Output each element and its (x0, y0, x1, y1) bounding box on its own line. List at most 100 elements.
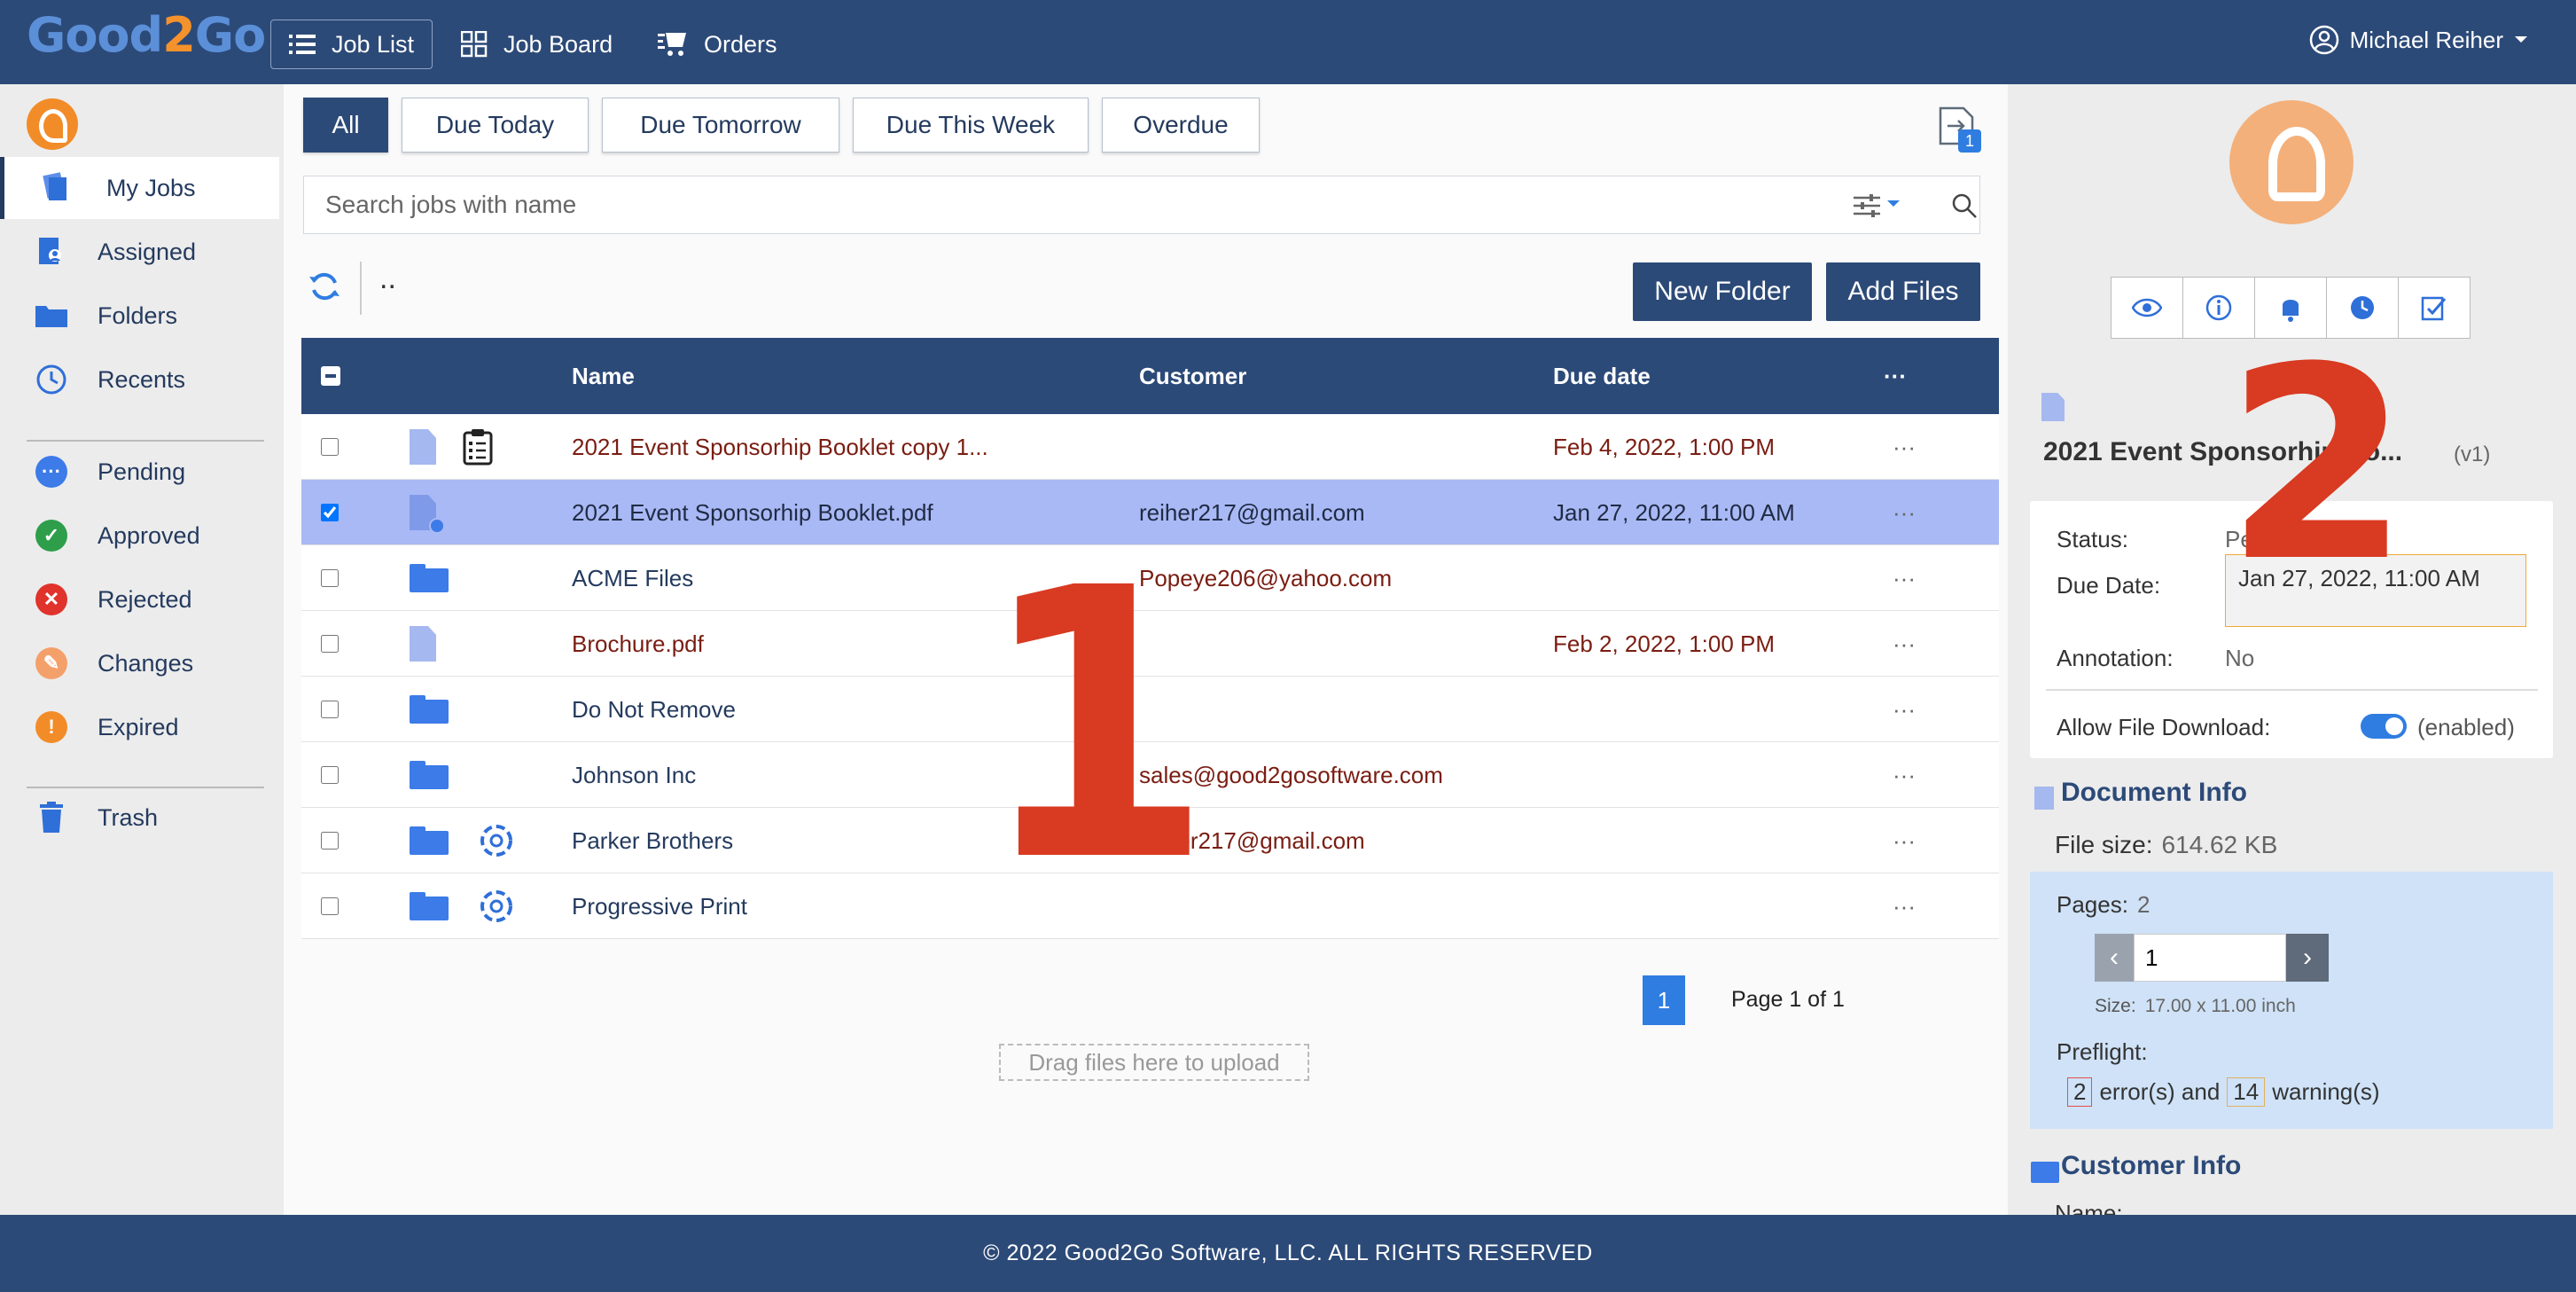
column-header-due-date[interactable]: Due date (1553, 338, 1651, 414)
cart-icon (658, 33, 686, 56)
card-divider (2046, 689, 2538, 691)
row-checkbox[interactable] (321, 832, 339, 850)
row-checkbox[interactable] (321, 766, 339, 784)
row-due-date: Jan 27, 2022, 11:00 AM (1553, 498, 1795, 526)
row-name[interactable]: Parker Brothers (572, 808, 733, 873)
good2go-logo[interactable]: Good2Go (27, 7, 266, 63)
row-options-icon[interactable]: ··· (1893, 873, 1916, 939)
file-size-label: File size: (2055, 831, 2153, 858)
filter-due-tomorrow[interactable]: Due Tomorrow (602, 98, 839, 153)
pages-count: Pages: 2 (2057, 891, 2150, 919)
pagination-page-1[interactable]: 1 (1643, 975, 1685, 1025)
row-checkbox[interactable] (321, 635, 339, 653)
row-name[interactable]: 2021 Event Sponsorhip Booklet.pdf (572, 480, 933, 545)
row-options-icon[interactable]: ··· (1893, 545, 1916, 611)
file-size: File size: 614.62 KB (2055, 831, 2277, 859)
sidebar-item-pending[interactable]: ··· Pending (0, 441, 284, 503)
sidebar-item-recents[interactable]: Recents (0, 348, 284, 411)
sidebar-item-expired[interactable]: ! Expired (0, 696, 284, 758)
row-name[interactable]: 2021 Event Sponsorhip Booklet copy 1... (572, 414, 988, 480)
folder-icon (410, 564, 449, 592)
sidebar-item-my-jobs[interactable]: My Jobs (0, 157, 279, 219)
row-options-icon[interactable]: ··· (1893, 414, 1916, 480)
add-files-button[interactable]: Add Files (1826, 262, 1980, 321)
search-input[interactable] (324, 176, 1653, 232)
row-checkbox[interactable] (321, 701, 339, 718)
sidebar-item-trash[interactable]: Trash (0, 787, 284, 849)
document-thumbnail[interactable] (2229, 100, 2354, 224)
check-circle-icon: ✓ (35, 520, 67, 552)
filter-due-this-week[interactable]: Due This Week (853, 98, 1089, 153)
column-header-customer[interactable]: Customer (1139, 338, 1246, 414)
logo-text-2: 2 (162, 7, 196, 63)
nav-orders[interactable]: Orders (640, 20, 795, 69)
select-all-checkbox[interactable] (321, 338, 340, 414)
jobs-stack-icon (40, 172, 72, 204)
filter-overdue[interactable]: Overdue (1102, 98, 1260, 153)
column-options-icon[interactable]: ··· (1884, 338, 1907, 414)
notifications-button[interactable]: 1 (1937, 106, 1981, 153)
row-options-icon[interactable]: ··· (1893, 611, 1916, 677)
filter-all[interactable]: All (303, 98, 388, 153)
row-name[interactable]: Brochure.pdf (572, 611, 704, 677)
filter-due-today[interactable]: Due Today (402, 98, 589, 153)
row-checkbox[interactable] (321, 897, 339, 915)
sidebar-label: Trash (98, 803, 159, 831)
brand-mark-icon (27, 98, 78, 150)
page-size: Size: 17.00 x 11.00 inch (2095, 996, 2296, 1017)
row-name[interactable]: Johnson Inc (572, 742, 696, 808)
filter-sliders-icon[interactable] (1854, 192, 1903, 223)
sidebar-label: Changes (98, 649, 194, 677)
folder-icon (410, 695, 449, 724)
preflight-label: Preflight: (2057, 1038, 2148, 1065)
page-number-input[interactable] (2134, 934, 2286, 982)
view-button[interactable] (2112, 278, 2183, 338)
table-row[interactable]: 2021 Event Sponsorhip Booklet copy 1... … (301, 414, 1999, 480)
table-header: Name Customer Due date ··· (301, 338, 1999, 414)
clipboard-checklist-icon (463, 429, 493, 466)
file-size-value: 614.62 KB (2161, 831, 2278, 858)
refresh-icon[interactable] (308, 270, 340, 307)
preflight-errors-count[interactable]: 2 (2067, 1077, 2093, 1107)
user-menu[interactable]: Michael Reiher (2309, 25, 2528, 55)
row-name[interactable]: Progressive Print (572, 873, 747, 939)
file-icon (2041, 393, 2065, 421)
row-name[interactable]: ACME Files (572, 545, 693, 611)
allow-download-toggle[interactable] (2361, 714, 2407, 739)
page-next-button[interactable]: › (2286, 934, 2329, 982)
annotation-number-2: 2 (2225, 310, 2410, 620)
page-prev-button[interactable]: ‹ (2095, 934, 2134, 982)
sidebar-item-assigned[interactable]: Assigned (0, 221, 284, 283)
row-checkbox[interactable] (321, 504, 339, 521)
row-options-icon[interactable]: ··· (1893, 480, 1916, 545)
notification-count-badge: 1 (1958, 129, 1981, 153)
row-name[interactable]: Do Not Remove (572, 677, 736, 742)
parent-directory-link[interactable]: .. (379, 262, 396, 296)
row-due-date: Feb 4, 2022, 1:00 PM (1553, 433, 1776, 460)
search-icon[interactable] (1951, 192, 1978, 223)
preflight-summary[interactable]: 2 error(s) and 14 warning(s) (2067, 1077, 2380, 1107)
list-icon (289, 35, 316, 54)
sidebar-label: Folders (98, 301, 178, 329)
row-checkbox[interactable] (321, 438, 339, 456)
row-options-icon[interactable]: ··· (1893, 742, 1916, 808)
sidebar-label: Approved (98, 521, 200, 549)
new-folder-button[interactable]: New Folder (1633, 262, 1812, 321)
logo-text-good: Good (27, 7, 163, 63)
document-info-icon (2034, 787, 2054, 810)
sidebar-item-folders[interactable]: Folders (0, 285, 284, 347)
sidebar-label: Pending (98, 458, 186, 485)
row-options-icon[interactable]: ··· (1893, 808, 1916, 873)
file-icon (410, 626, 436, 662)
sidebar-item-rejected[interactable]: ✕ Rejected (0, 568, 284, 630)
row-checkbox[interactable] (321, 569, 339, 587)
sidebar-item-approved[interactable]: ✓ Approved (0, 505, 284, 567)
preflight-warnings-count[interactable]: 14 (2227, 1077, 2266, 1107)
column-header-name[interactable]: Name (572, 338, 635, 414)
upload-drop-zone[interactable]: Drag files here to upload (999, 1044, 1309, 1081)
page-size-value: 17.00 x 11.00 inch (2144, 996, 2296, 1016)
nav-job-list[interactable]: Job List (270, 20, 433, 69)
nav-job-board[interactable]: Job Board (443, 20, 630, 69)
sidebar-item-changes[interactable]: ✎ Changes (0, 632, 284, 694)
row-options-icon[interactable]: ··· (1893, 677, 1916, 742)
